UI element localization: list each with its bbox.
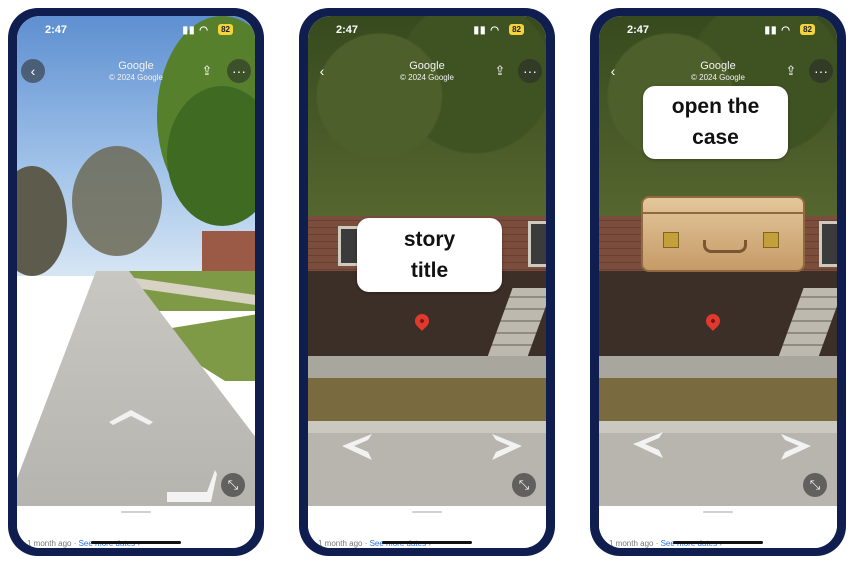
tree-canopy bbox=[308, 16, 546, 216]
wifi-icon: ▮▮ ◠ bbox=[182, 25, 209, 36]
share-icon[interactable]: ⇪ bbox=[488, 59, 512, 83]
suitcase-latch bbox=[763, 232, 779, 248]
window bbox=[528, 221, 546, 267]
sheet-grabber[interactable] bbox=[412, 511, 442, 513]
status-bar: 2:47 ▮▮ ◠ 82 bbox=[308, 16, 546, 44]
more-dots-icon[interactable]: ··· bbox=[809, 59, 833, 83]
status-time: 2:47 bbox=[336, 24, 359, 36]
screen: ⤡ open the case 2:47 ▮▮ ◠ 82 ‹ Google © … bbox=[599, 16, 837, 548]
home-indicator bbox=[382, 541, 472, 544]
lawn bbox=[599, 378, 837, 423]
phone-street-view-2: ⤡ story title 2:47 ▮▮ ◠ 82 ‹ Google © 20… bbox=[299, 8, 555, 556]
open-the-case-card[interactable]: open the case bbox=[643, 86, 788, 159]
nav-arrow-right[interactable] bbox=[779, 432, 815, 462]
wifi-icon: ▮▮ ◠ bbox=[764, 25, 791, 36]
date-text: 1 month ago · bbox=[27, 539, 79, 548]
home-indicator bbox=[673, 541, 763, 544]
status-bar: 2:47 ▮▮ ◠ 82 bbox=[599, 16, 837, 44]
bottom-sheet[interactable]: 1 month ago · See more dates › bbox=[599, 506, 837, 548]
bottom-sheet[interactable]: 1 month ago · See more dates › bbox=[17, 506, 255, 548]
suitcase-handle bbox=[703, 240, 747, 253]
sheet-grabber[interactable] bbox=[121, 511, 151, 513]
collapse-arrows-icon[interactable]: ⤡ bbox=[803, 473, 827, 497]
screen: ⤡ 2:47 ▮▮ ◠ 82 ‹ Google © 2024 Google ⇪ … bbox=[17, 16, 255, 548]
wifi-icon: ▮▮ ◠ bbox=[473, 25, 500, 36]
nav-arrow-left[interactable] bbox=[338, 432, 374, 462]
card-line-2: title bbox=[410, 259, 449, 282]
status-bar: 2:47 ▮▮ ◠ 82 bbox=[17, 16, 255, 44]
battery-badge: 82 bbox=[509, 24, 524, 35]
more-dots-icon[interactable]: ··· bbox=[518, 59, 542, 83]
bottom-sheet[interactable]: 1 month ago · See more dates › bbox=[308, 506, 546, 548]
screen: ⤡ story title 2:47 ▮▮ ◠ 82 ‹ Google © 20… bbox=[308, 16, 546, 548]
battery-badge: 82 bbox=[218, 24, 233, 35]
border-stones bbox=[599, 356, 837, 378]
sheet-grabber[interactable] bbox=[703, 511, 733, 513]
border-stones bbox=[308, 356, 546, 378]
panorama-title: Google © 2024 Google bbox=[17, 60, 255, 82]
card-line-1: story bbox=[403, 228, 456, 251]
collapse-arrows-icon[interactable]: ⤡ bbox=[221, 473, 245, 497]
provider-name: Google bbox=[118, 60, 154, 72]
street-view-panorama[interactable]: ⤡ bbox=[17, 16, 255, 506]
status-time: 2:47 bbox=[627, 24, 650, 36]
suitcase-latch bbox=[663, 232, 679, 248]
suitcase-image[interactable] bbox=[641, 196, 805, 272]
nav-arrow-forward[interactable] bbox=[109, 408, 153, 426]
suitcase-lid-seam bbox=[643, 212, 803, 214]
story-title-card[interactable]: story title bbox=[357, 218, 502, 292]
phone-street-view-1: ⤡ 2:47 ▮▮ ◠ 82 ‹ Google © 2024 Google ⇪ … bbox=[8, 8, 264, 556]
share-icon[interactable]: ⇪ bbox=[195, 59, 219, 83]
card-line-1: open the bbox=[671, 95, 760, 118]
nav-arrow-right[interactable] bbox=[490, 432, 526, 462]
more-dots-icon[interactable]: ··· bbox=[227, 59, 251, 83]
date-text: 1 month ago · bbox=[609, 539, 661, 548]
battery-badge: 82 bbox=[800, 24, 815, 35]
window bbox=[819, 221, 837, 267]
share-icon[interactable]: ⇪ bbox=[779, 59, 803, 83]
tree bbox=[72, 146, 162, 256]
home-indicator bbox=[91, 541, 181, 544]
collapse-arrows-icon[interactable]: ⤡ bbox=[512, 473, 536, 497]
card-line-2: case bbox=[692, 126, 739, 149]
nav-arrow-right[interactable] bbox=[167, 468, 217, 504]
copyright: © 2024 Google bbox=[109, 73, 163, 82]
date-text: 1 month ago · bbox=[318, 539, 370, 548]
phone-street-view-3: ⤡ open the case 2:47 ▮▮ ◠ 82 ‹ Google © … bbox=[590, 8, 846, 556]
house bbox=[202, 231, 255, 271]
nav-arrow-left[interactable] bbox=[629, 430, 665, 460]
status-time: 2:47 bbox=[45, 24, 68, 36]
lawn bbox=[308, 378, 546, 423]
